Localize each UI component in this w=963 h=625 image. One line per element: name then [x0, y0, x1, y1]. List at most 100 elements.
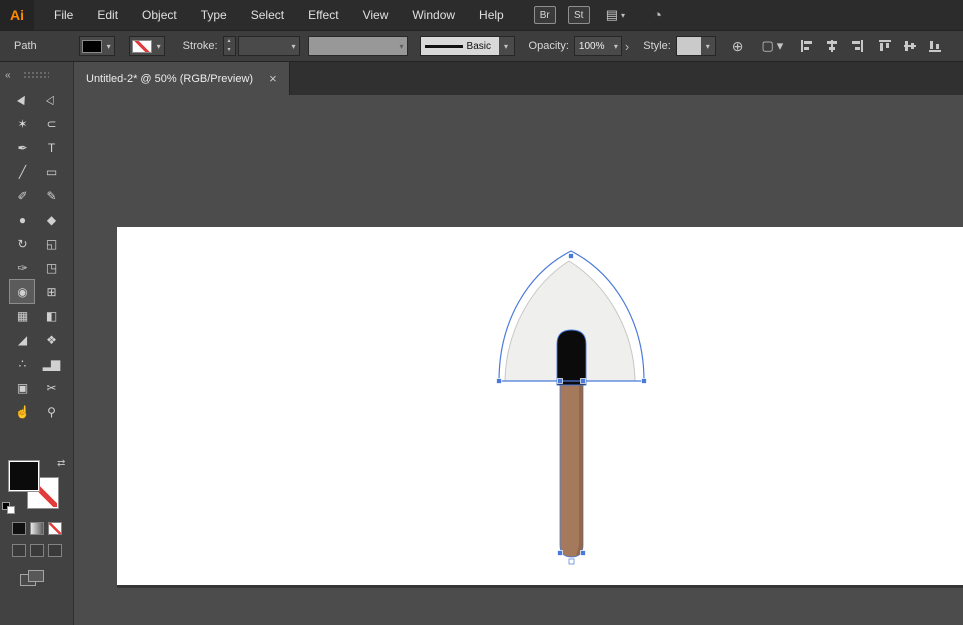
fill-color-picker[interactable]: ▾: [78, 36, 115, 56]
align-right-button[interactable]: [849, 38, 865, 54]
anchor-point[interactable]: [641, 378, 647, 384]
tool-rectangle[interactable]: ▭: [39, 160, 63, 183]
gradient-button[interactable]: [30, 522, 44, 535]
align-center-horizontal-button[interactable]: [824, 38, 840, 54]
tool-shape-builder[interactable]: ◉: [9, 279, 35, 304]
align-middle-vertical-button[interactable]: [902, 38, 918, 54]
stroke-weight-stepper[interactable]: ▴ ▾: [222, 36, 236, 56]
anchor-point[interactable]: [568, 558, 575, 565]
menu-object[interactable]: Object: [130, 0, 189, 30]
tool-symbol-sprayer[interactable]: ∴: [10, 352, 34, 375]
brush-name-label: Basic: [466, 40, 491, 52]
tool-eyedropper[interactable]: ◢: [10, 328, 34, 351]
tool-blend[interactable]: ❖: [39, 328, 63, 351]
menu-help[interactable]: Help: [467, 0, 516, 30]
stepper-up-icon[interactable]: ▴: [224, 37, 235, 46]
workspace-switcher[interactable]: ▤ ▾: [606, 7, 625, 23]
drawing-mode-row: [0, 544, 74, 557]
opacity-field[interactable]: 100% ▾: [573, 36, 622, 56]
draw-inside-button[interactable]: [48, 544, 62, 557]
opacity-label: Opacity:: [528, 40, 569, 52]
tool-gradient[interactable]: ◧: [39, 304, 63, 327]
stroke-color-picker[interactable]: ▾: [128, 36, 165, 56]
change-screen-mode-button[interactable]: [20, 570, 46, 588]
canvas-area[interactable]: [74, 95, 963, 625]
tool-free-transform[interactable]: ◳: [39, 256, 63, 279]
tool-pencil[interactable]: ✎: [39, 184, 63, 207]
menu-file[interactable]: File: [42, 0, 85, 30]
appbar-button-st[interactable]: St: [567, 6, 590, 24]
tool-pen[interactable]: ✒: [10, 136, 34, 159]
menu-effect[interactable]: Effect: [296, 0, 350, 30]
tool-mesh[interactable]: ▦: [10, 304, 34, 327]
shovel-artwork[interactable]: [117, 227, 963, 585]
globe-icon[interactable]: ⊕: [732, 38, 744, 55]
anchor-point[interactable]: [580, 550, 586, 556]
panel-grip[interactable]: [22, 71, 49, 79]
tool-paintbrush[interactable]: ✐: [10, 184, 34, 207]
align-top-button[interactable]: [877, 38, 893, 54]
align-top-icon: [879, 40, 892, 51]
brush-definition-dropdown[interactable]: Basic ▾: [419, 36, 515, 56]
tool-magic-wand[interactable]: ✶: [10, 112, 34, 135]
tools-panel-header: «: [0, 62, 73, 88]
width-profile-dropdown[interactable]: ▾: [307, 36, 408, 56]
document-tab[interactable]: Untitled-2* @ 50% (RGB/Preview) ×: [74, 62, 290, 95]
close-icon[interactable]: ×: [269, 71, 277, 86]
tool-rotate[interactable]: ↻: [10, 232, 34, 255]
stroke-label: Stroke:: [182, 40, 218, 52]
none-button[interactable]: [48, 522, 62, 535]
menu-window[interactable]: Window: [400, 0, 467, 30]
stroke-weight-dropdown[interactable]: ▾: [237, 36, 300, 56]
default-stroke-swatch: [7, 506, 15, 514]
swap-fill-stroke-icon[interactable]: ⇄: [57, 458, 65, 469]
draw-normal-button[interactable]: [12, 544, 26, 557]
tool-scale[interactable]: ◱: [39, 232, 63, 255]
anchor-point[interactable]: [496, 378, 502, 384]
collapse-panel-icon[interactable]: «: [5, 70, 11, 81]
draw-behind-button[interactable]: [30, 544, 44, 557]
tool-type[interactable]: T: [39, 136, 63, 159]
align-left-button[interactable]: [799, 38, 815, 54]
tool-selection[interactable]: ▶: [6, 83, 38, 115]
style-label: Style:: [643, 40, 671, 52]
tool-eraser[interactable]: ◆: [39, 208, 63, 231]
chevron-down-icon: ▾: [776, 38, 784, 53]
align-middle-vertical-icon: [904, 41, 917, 51]
shovel-grip-shape[interactable]: [556, 329, 587, 386]
cs-live-icon[interactable]: ◔: [653, 7, 662, 24]
anchor-point[interactable]: [557, 550, 563, 556]
menu-select[interactable]: Select: [239, 0, 296, 30]
tool-artboard[interactable]: ▣: [10, 376, 34, 399]
tool-hand[interactable]: ☝: [10, 400, 34, 423]
fill-color-indicator[interactable]: [8, 460, 40, 492]
align-bottom-button[interactable]: [927, 38, 943, 54]
anchor-point[interactable]: [568, 253, 574, 259]
menu-edit[interactable]: Edit: [85, 0, 130, 30]
tool-direct-selection[interactable]: ▷: [35, 83, 67, 115]
tool-width[interactable]: ✑: [10, 256, 34, 279]
stepper-down-icon[interactable]: ▾: [224, 46, 235, 55]
fill-stroke-widget: ⇄: [0, 458, 74, 516]
menu-bar: Ai File Edit Object Type Select Effect View Win…: [0, 0, 963, 30]
brush-caret[interactable]: ▾: [498, 37, 514, 55]
tool-blob-brush[interactable]: ●: [10, 208, 34, 231]
tool-perspective-grid[interactable]: ⊞: [39, 280, 63, 303]
appbar-button-br[interactable]: Br: [533, 6, 556, 24]
default-fill-stroke-button[interactable]: [2, 502, 16, 514]
graphic-style-dropdown[interactable]: ▾: [675, 36, 716, 56]
tool-lasso[interactable]: ⊂: [39, 112, 63, 135]
anchor-point[interactable]: [580, 378, 586, 384]
color-button[interactable]: [12, 522, 26, 535]
tool-column-graph[interactable]: ▂▆: [39, 352, 63, 375]
chevron-down-icon: ▾: [621, 10, 626, 20]
tool-zoom[interactable]: ⚲: [39, 400, 63, 423]
document-setup-button[interactable]: ▢ ▾: [761, 38, 783, 54]
tool-line-segment[interactable]: ╱: [10, 160, 34, 183]
opacity-panel-chevron-icon[interactable]: ›: [625, 39, 629, 54]
anchor-point[interactable]: [557, 378, 563, 384]
menu-view[interactable]: View: [351, 0, 401, 30]
tool-slice[interactable]: ✂: [39, 376, 63, 399]
menu-type[interactable]: Type: [189, 0, 239, 30]
artboard[interactable]: [117, 227, 963, 585]
